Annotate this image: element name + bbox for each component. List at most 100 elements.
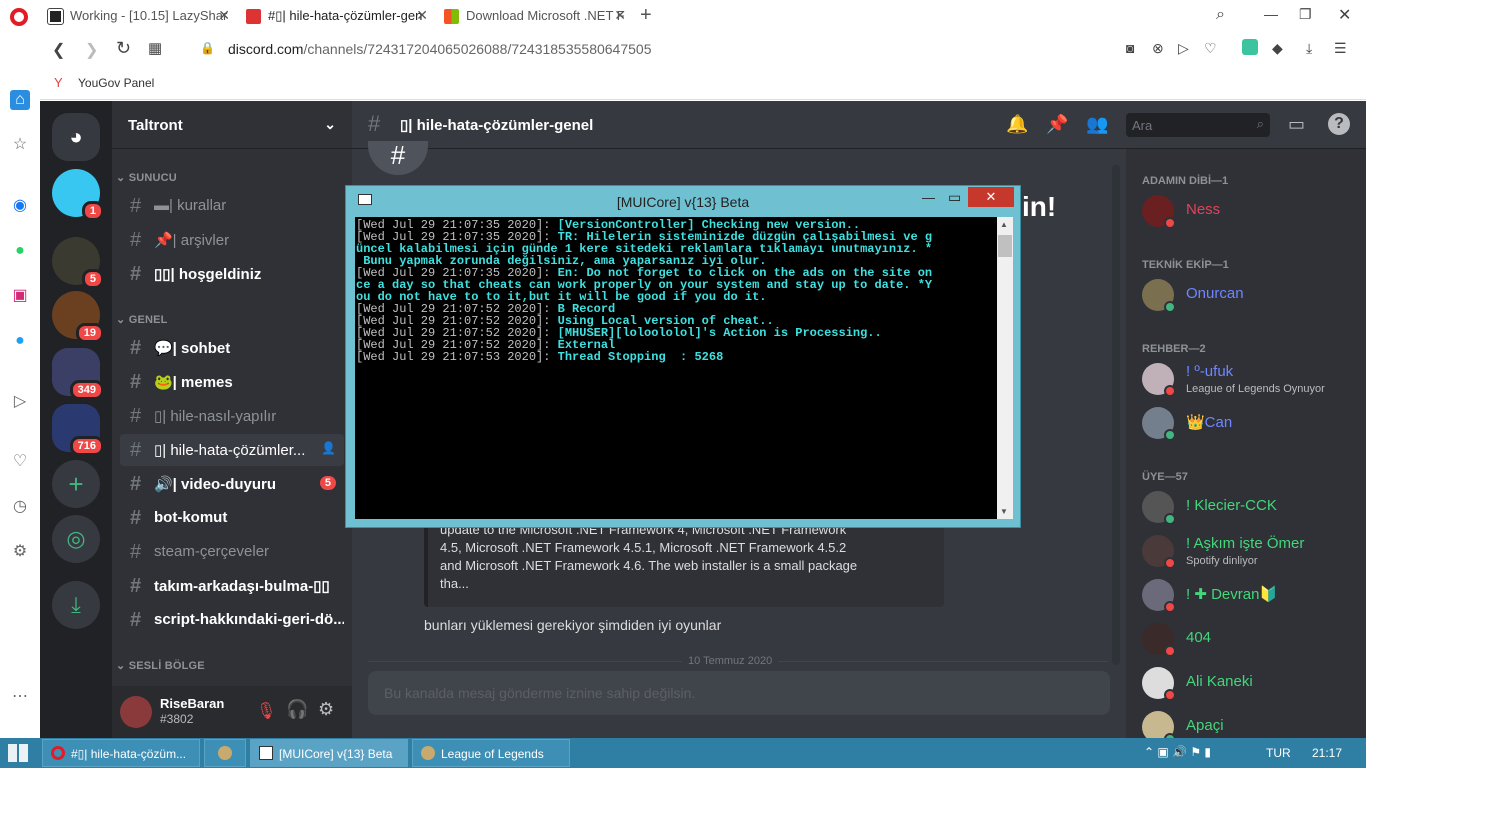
member-ali-kaneki[interactable]: Ali Kaneki bbox=[1142, 665, 1362, 705]
bell-icon[interactable]: 🔔 bbox=[1006, 114, 1028, 135]
hash-icon: # bbox=[130, 229, 142, 251]
member-can[interactable]: 👑Can bbox=[1142, 405, 1362, 445]
tray-icons[interactable]: ⌃ ▣ 🔊 ⚑ ▮ bbox=[1144, 745, 1211, 759]
adblock-icon[interactable]: ⊗ bbox=[1152, 40, 1164, 57]
member-404[interactable]: 404 bbox=[1142, 621, 1362, 661]
heart-bookmark-icon[interactable]: ♡ bbox=[1204, 40, 1217, 57]
user-avatar[interactable] bbox=[120, 696, 152, 728]
channel-sohbet[interactable]: # 💬| sohbet bbox=[120, 332, 344, 364]
url-field[interactable]: discord.com/channels/724317204065026088/… bbox=[228, 41, 651, 57]
taskbar-item-console[interactable]: [MUICore] v{13} Beta bbox=[250, 739, 408, 767]
search-tabs-icon[interactable]: ⌕ bbox=[1216, 6, 1225, 24]
cube-icon[interactable]: ◆ bbox=[1272, 40, 1283, 57]
guild-folder-2[interactable]: 716 bbox=[52, 404, 104, 456]
tab-2[interactable]: #▯| hile-hata-çözümler-gen ✕ bbox=[238, 2, 434, 30]
channel-memes[interactable]: # 🐸| memes bbox=[120, 366, 344, 398]
twitter-icon[interactable]: ● bbox=[10, 331, 30, 351]
member-klecier[interactable]: ! Klecier-CCK bbox=[1142, 489, 1362, 529]
close-icon[interactable]: ✕ bbox=[416, 7, 428, 24]
reload-icon[interactable]: ↻ bbox=[116, 38, 131, 59]
heart-icon[interactable]: ♡ bbox=[10, 452, 30, 472]
tab-1[interactable]: Working - [10.15] LazyShar ✕ bbox=[40, 2, 236, 30]
members-icon[interactable]: 👥 bbox=[1086, 114, 1108, 135]
channel-steam-cerceveler[interactable]: # steam-çerçeveler bbox=[120, 536, 344, 568]
guild-icon-1[interactable]: 1 bbox=[52, 169, 104, 221]
tab-3[interactable]: Download Microsoft .NET F ✕ bbox=[436, 2, 632, 30]
taskbar-item-league[interactable]: League of Legends bbox=[412, 739, 570, 767]
guild-icon-2[interactable]: 5 bbox=[52, 237, 104, 289]
download-apps-icon[interactable]: ⤓ bbox=[52, 581, 100, 629]
member-devran[interactable]: ! ✚ Devran🔰 bbox=[1142, 577, 1362, 617]
send-icon[interactable]: ▷ bbox=[10, 392, 30, 412]
channel-arsivler[interactable]: # 📌| arşivler bbox=[120, 224, 344, 256]
pin-icon[interactable]: 📌 bbox=[1046, 114, 1068, 135]
more-icon[interactable]: ⋯ bbox=[10, 687, 30, 707]
vpn-icon[interactable] bbox=[1242, 39, 1258, 55]
taskbar-item-browser[interactable]: #▯| hile-hata-çözüm... bbox=[42, 739, 200, 767]
channel-hile-nasil-yapilir[interactable]: # ▯| hile-nasıl-yapılır bbox=[120, 400, 344, 432]
history-icon[interactable]: ◷ bbox=[10, 497, 30, 517]
server-header[interactable]: Taltront ⌄ bbox=[112, 101, 352, 149]
scroll-up-icon[interactable]: ▲ bbox=[1000, 220, 1008, 229]
channel-video-duyuru[interactable]: # 🔊| video-duyuru 5 bbox=[120, 468, 344, 500]
channel-hosgeldiniz[interactable]: # ▯▯| hoşgeldiniz bbox=[120, 258, 344, 290]
tray-clock[interactable]: 21:17 bbox=[1312, 746, 1342, 760]
forward-icon[interactable]: ❯ bbox=[85, 40, 98, 60]
whatsapp-icon[interactable]: ● bbox=[10, 241, 30, 261]
opera-logo-icon[interactable] bbox=[10, 8, 28, 26]
taskbar-item-lol-client[interactable] bbox=[204, 739, 246, 767]
console-scrollbar[interactable]: ▲ ▼ bbox=[997, 217, 1013, 519]
messenger-icon[interactable]: ◉ bbox=[10, 196, 30, 216]
channel-script-geri-donus[interactable]: # script-hakkındaki-geri-dö... bbox=[120, 604, 344, 636]
bookmark-yougov[interactable]: YouGov Panel bbox=[78, 76, 154, 90]
restore-icon[interactable]: ❐ bbox=[1299, 6, 1312, 23]
invite-icon[interactable]: 👤 bbox=[321, 441, 336, 455]
member-omer[interactable]: ! Aşkım işte Ömer Spotify dinliyor bbox=[1142, 533, 1362, 573]
close-icon[interactable]: ✕ bbox=[218, 7, 230, 24]
channel-kurallar[interactable]: # ▬| kurallar bbox=[120, 190, 344, 222]
windows-start-icon[interactable] bbox=[8, 744, 28, 762]
inbox-icon[interactable]: ▭ bbox=[1288, 114, 1305, 135]
explore-icon[interactable]: ◎ bbox=[52, 515, 100, 563]
member-ness[interactable]: Ness bbox=[1142, 193, 1362, 233]
chat-scrollbar[interactable] bbox=[1112, 165, 1120, 665]
tray-language[interactable]: TUR bbox=[1266, 746, 1291, 760]
scroll-down-icon[interactable]: ▼ bbox=[1000, 507, 1008, 516]
close-icon[interactable]: ✕ bbox=[968, 187, 1014, 207]
help-icon[interactable]: ? bbox=[1328, 113, 1350, 135]
maximize-icon[interactable]: ▭ bbox=[948, 189, 961, 206]
home-icon[interactable]: ⌂ bbox=[10, 90, 30, 110]
menu-icon[interactable]: ☰ bbox=[1334, 40, 1347, 57]
mute-icon[interactable]: 🎙 bbox=[256, 701, 276, 721]
channel-hile-hata-cozumler[interactable]: # ▯| hile-hata-çözümler... 👤 bbox=[120, 434, 344, 466]
category-sesli-bolge[interactable]: ⌄ SESLİ BÖLGE bbox=[116, 659, 205, 672]
discord-home-icon[interactable]: ◕ bbox=[52, 113, 100, 161]
category-sunucu[interactable]: ⌄ SUNUCU bbox=[116, 171, 177, 184]
channel-takim-arkadasi[interactable]: # takım-arkadaşı-bulma-▯▯ bbox=[120, 570, 344, 602]
member-ufuk[interactable]: ! º-ufuk League of Legends Oynuyor bbox=[1142, 361, 1362, 401]
close-window-icon[interactable]: ✕ bbox=[1338, 5, 1351, 25]
snapshot-icon[interactable]: ◙ bbox=[1126, 40, 1134, 56]
close-icon[interactable]: ✕ bbox=[614, 7, 626, 24]
share-icon[interactable]: ▷ bbox=[1178, 40, 1189, 57]
member-apaci[interactable]: Apaçi bbox=[1142, 709, 1362, 738]
add-server-icon[interactable]: + bbox=[52, 460, 100, 508]
settings-icon[interactable]: ⚙ bbox=[10, 542, 30, 562]
channel-bot-komut[interactable]: # bot-komut bbox=[120, 502, 344, 534]
user-settings-icon[interactable]: ⚙ bbox=[318, 699, 334, 720]
guild-folder-1[interactable]: 349 bbox=[52, 348, 104, 400]
back-icon[interactable]: ❮ bbox=[52, 40, 65, 60]
guild-icon-3[interactable]: 19 bbox=[52, 291, 104, 343]
bookmarks-star-icon[interactable]: ☆ bbox=[10, 135, 30, 155]
member-onurcan[interactable]: Onurcan bbox=[1142, 277, 1362, 317]
minimize-icon[interactable]: — bbox=[922, 190, 935, 205]
minimize-icon[interactable]: — bbox=[1264, 6, 1278, 22]
search-box[interactable]: Ara ⌕ bbox=[1126, 113, 1270, 137]
headphones-icon[interactable]: 🎧 bbox=[286, 699, 308, 720]
download-icon[interactable]: ⤓ bbox=[1306, 40, 1312, 57]
scroll-thumb[interactable] bbox=[998, 235, 1012, 257]
instagram-icon[interactable]: ▣ bbox=[10, 286, 30, 306]
category-genel[interactable]: ⌄ GENEL bbox=[116, 313, 168, 326]
speed-dial-icon[interactable]: ▦ bbox=[148, 39, 162, 57]
new-tab-button[interactable]: + bbox=[640, 4, 652, 27]
